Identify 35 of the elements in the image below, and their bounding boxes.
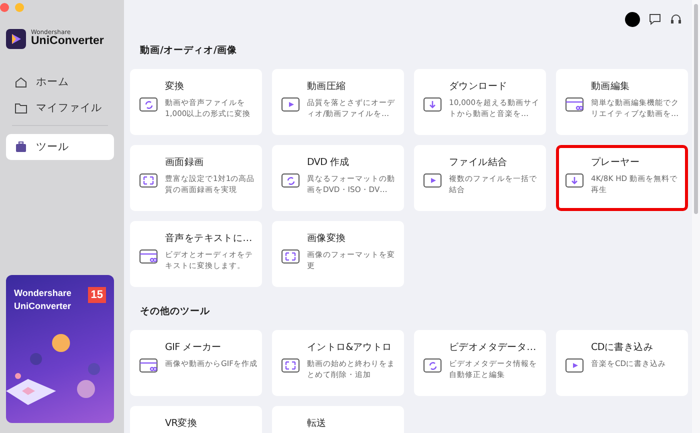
sidebar-item[interactable]: マイファイル [6, 95, 114, 121]
tool-card[interactable]: VR変換 [130, 406, 262, 433]
headset-icon[interactable] [670, 13, 682, 25]
version-badge: 15 [88, 287, 106, 303]
tool-title: 動画編集 [591, 80, 631, 93]
tool-title: プレーヤー [591, 156, 641, 169]
promo-banner[interactable]: Wondershare UniConverter 15 [6, 275, 114, 423]
section-title: その他のツール [140, 305, 211, 318]
tool-card[interactable]: 転送 [272, 406, 404, 433]
app-logo-icon [6, 29, 26, 49]
tool-title: VR変換 [165, 417, 198, 430]
promo-title: Wondershare UniConverter [14, 287, 72, 312]
sidebar-item[interactable]: ツール [6, 134, 114, 160]
tool-title: GIF メーカー [165, 341, 222, 354]
sidebar-item[interactable]: ホーム [6, 69, 114, 95]
tool-title: ビデオメタデータ… [449, 341, 537, 354]
tool-title: 音声をテキストに… [165, 232, 253, 245]
tool-title: 変換 [165, 80, 186, 93]
tool-title: 動画圧縮 [307, 80, 347, 93]
tool-title: 転送 [307, 417, 326, 430]
tool-title: 画像変換 [307, 232, 347, 245]
product-name: UniConverter [31, 36, 104, 48]
tool-title: CDに書き込み [591, 341, 654, 354]
section-title: 動画/オーディオ/画像 [140, 44, 238, 57]
home-icon [14, 75, 28, 89]
scrollbar[interactable] [692, 0, 700, 433]
chat-icon[interactable] [649, 13, 661, 25]
tool-title: DVD 作成 [307, 156, 350, 169]
tool-title: ダウンロード [449, 80, 508, 93]
avatar-icon[interactable] [625, 12, 640, 26]
toolbox-icon [14, 140, 28, 154]
tool-title: ファイル結合 [449, 156, 508, 169]
folder-icon [14, 101, 28, 115]
tool-title: イントロ&アウトロ [307, 341, 393, 354]
tool-title: 画面録画 [165, 156, 205, 169]
